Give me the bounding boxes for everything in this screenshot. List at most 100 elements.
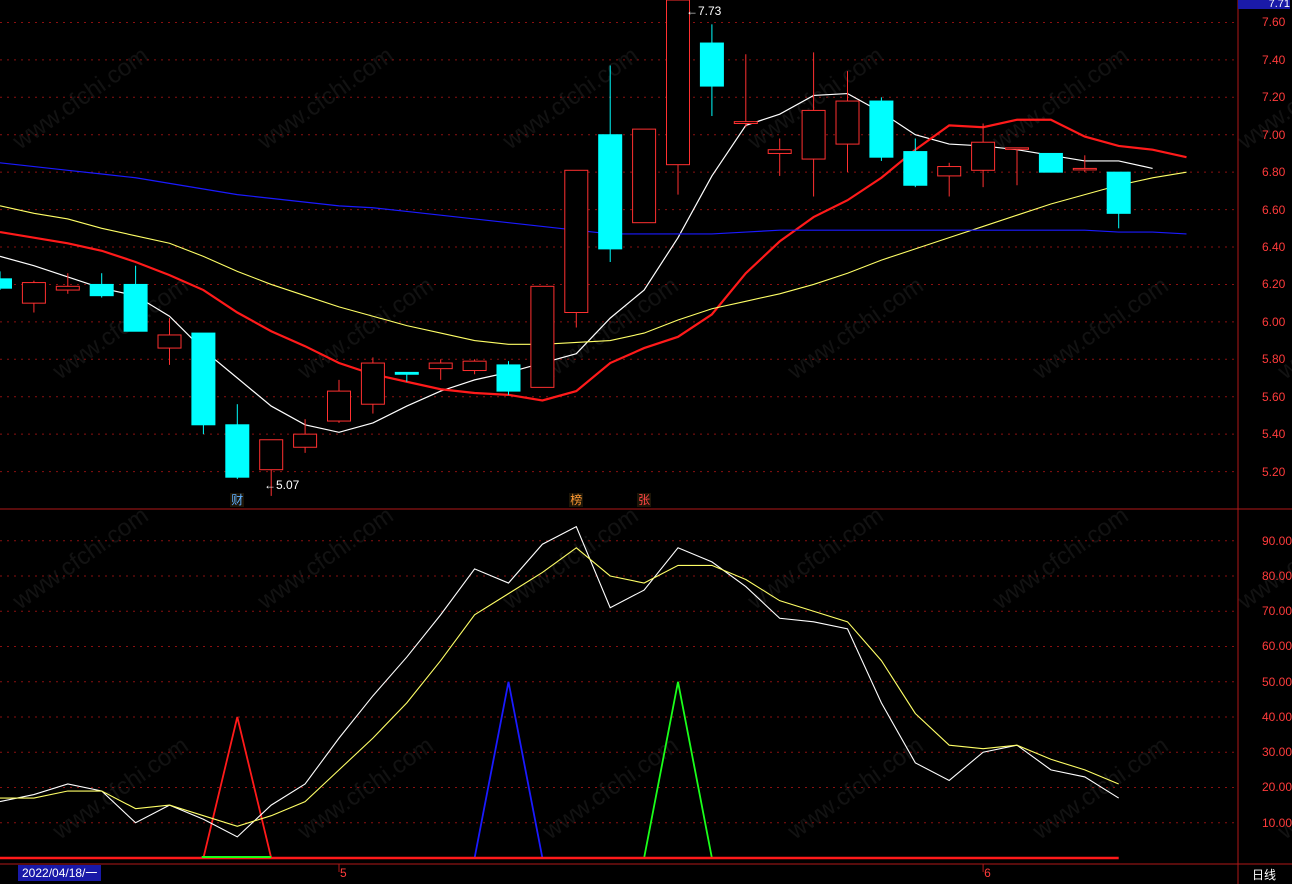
price-tick-label: 7.60 — [1262, 15, 1286, 30]
candle — [89, 273, 114, 298]
month-label: 5 — [340, 866, 347, 880]
price-tick-label: 6.40 — [1262, 240, 1286, 254]
watermark-text: www.cfchi.com — [7, 42, 153, 156]
candle — [1038, 152, 1063, 173]
price-tick-label: 6.80 — [1262, 165, 1286, 180]
period-button[interactable]: 日线 — [1252, 866, 1276, 883]
candle — [123, 265, 148, 332]
indicator-line-2 — [0, 547, 1119, 827]
watermark-text: www.cfchi.com — [987, 42, 1133, 156]
price-tick-label: 6.20 — [1262, 277, 1286, 292]
candle-body-up — [1005, 147, 1029, 150]
watermark-text: www.cfchi.com — [252, 502, 398, 616]
moving-average-line-4 — [0, 162, 1187, 235]
event-badge[interactable]: 榜 — [569, 493, 584, 507]
watermark-text: www.cfchi.com — [47, 732, 193, 846]
candle-body-up — [530, 285, 555, 388]
candle — [903, 138, 928, 188]
candle-body-down — [123, 283, 148, 332]
arrow-left-icon: ← — [686, 4, 698, 18]
watermark-text: www.cfchi.com — [782, 272, 928, 386]
candle-body-up — [462, 360, 487, 372]
watermark-text: www.cfchi.com — [1027, 732, 1173, 846]
candle-body-down — [394, 371, 419, 375]
candle — [530, 285, 555, 388]
candle-body-up — [327, 390, 351, 422]
low-price-label: ←5.07 — [264, 478, 300, 492]
candle — [157, 318, 182, 365]
watermark-text: www.cfchi.com — [537, 272, 683, 386]
candle — [191, 332, 216, 435]
candle — [462, 359, 487, 375]
signal-spike — [473, 681, 544, 859]
watermark-text: www.cfchi.com — [7, 502, 153, 616]
candle-body-down — [699, 42, 724, 87]
watermark-text: www.cfchi.com — [497, 502, 643, 616]
candle-body-up — [666, 0, 690, 166]
candlestick-series[interactable] — [0, 0, 1131, 496]
price-tick-label: 6.00 — [1262, 314, 1286, 329]
price-tick-label: 7.20 — [1262, 90, 1286, 105]
candle-body-up — [360, 362, 385, 405]
indicator-tick-label: 70.00 — [1262, 604, 1292, 619]
price-tick-label: 5.40 — [1262, 427, 1286, 442]
event-badge[interactable]: 张 — [637, 493, 652, 507]
candle-body-up — [767, 149, 792, 154]
candle — [733, 54, 758, 128]
price-tick-label: 6.60 — [1262, 202, 1286, 217]
candle — [327, 379, 351, 423]
price-tick-label: 5.80 — [1262, 352, 1286, 367]
arrow-left-icon: ← — [264, 478, 276, 492]
candle — [699, 24, 724, 117]
candle — [666, 0, 690, 195]
candle — [1005, 147, 1029, 186]
watermark-text: www.cfchi.com — [1232, 502, 1292, 616]
candle — [225, 404, 250, 480]
candle — [1072, 155, 1097, 173]
candle — [869, 97, 894, 161]
candle-body-down — [89, 283, 114, 297]
candle-body-up — [632, 128, 657, 224]
stock-chart[interactable]: www.cfchi.com www.cfchi.com www.cfchi.com w… — [0, 0, 1292, 884]
candle-body-down — [1106, 171, 1131, 214]
indicator-tick-label: 80.00 — [1262, 568, 1292, 583]
candle-body-down — [869, 100, 894, 158]
candle-body-up — [801, 109, 826, 160]
candle-body-down — [1038, 152, 1063, 173]
candle-body-up — [835, 100, 860, 145]
candle-body-down — [191, 332, 216, 426]
high-price-label: ←7.73 — [686, 4, 722, 18]
watermark-text: www.cfchi.com — [1027, 272, 1173, 386]
indicator-tick-label: 90.00 — [1262, 533, 1292, 548]
indicator-tick-label: 30.00 — [1262, 745, 1292, 760]
candle-body-down — [598, 134, 623, 250]
indicator-tick-label: 40.00 — [1262, 709, 1292, 724]
candle-body-up — [937, 166, 962, 177]
candle — [428, 359, 453, 380]
candle-body-up — [971, 141, 996, 171]
candle-body-down — [496, 364, 521, 392]
indicator-tick-label: 50.00 — [1262, 674, 1292, 689]
candle-body-up — [21, 282, 46, 304]
watermark-text: www.cfchi.com — [782, 732, 928, 846]
watermark-text: www.cfchi.com — [252, 42, 398, 156]
watermark-text: www.cfchi.com — [987, 502, 1133, 616]
candle — [360, 357, 385, 414]
candle — [55, 273, 80, 294]
moving-average-line-2 — [0, 118, 1187, 402]
candle-body-up — [259, 439, 284, 471]
candle-body-up — [564, 169, 589, 314]
month-label: 6 — [984, 866, 991, 880]
event-badge[interactable]: 财 — [230, 493, 245, 507]
price-tick-label: 7.00 — [1262, 127, 1286, 142]
candle — [21, 280, 46, 313]
cursor-date-box: 2022/04/18/一 — [18, 865, 102, 881]
indicator-tick-label: 20.00 — [1262, 780, 1292, 795]
candle — [632, 128, 657, 224]
indicator-tick-label: 60.00 — [1262, 639, 1292, 654]
watermark-text: www.cfchi.com — [742, 502, 888, 616]
watermark-text: www.cfchi.com — [292, 732, 438, 846]
candle — [564, 169, 589, 328]
candle-body-down — [225, 424, 250, 478]
candle-body-up — [293, 433, 318, 448]
